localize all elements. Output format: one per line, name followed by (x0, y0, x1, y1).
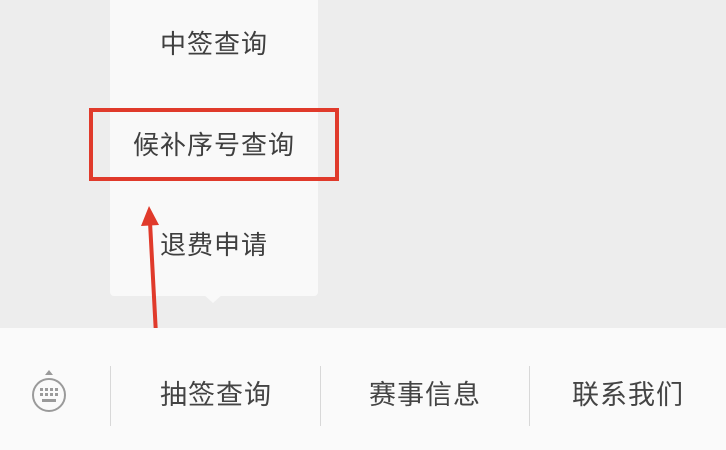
tab-event-info[interactable]: 赛事信息 (321, 366, 529, 426)
bottom-menu-bar: 抽签查询 赛事信息 联系我们 (0, 328, 726, 450)
tab-divider (110, 366, 111, 426)
tab-contact-us[interactable]: 联系我们 (530, 366, 726, 426)
tab-lottery-query[interactable]: 抽签查询 (112, 366, 320, 426)
keyboard-icon[interactable] (28, 370, 70, 412)
